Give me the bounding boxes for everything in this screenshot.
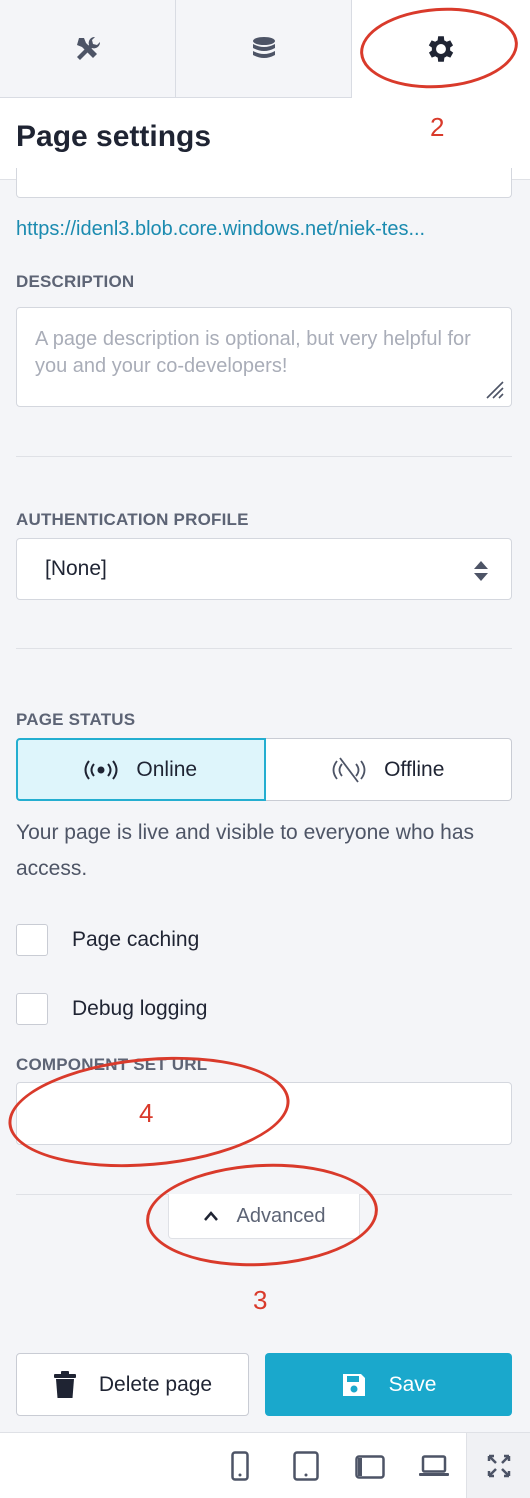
page-status-toggle: Online Offline — [16, 738, 512, 801]
annotation-number: 2 — [430, 112, 445, 142]
save-button[interactable]: Save — [265, 1353, 512, 1416]
description-label: DESCRIPTION — [16, 272, 135, 291]
broadcast-icon — [84, 759, 118, 780]
advanced-label: Advanced — [236, 1204, 326, 1227]
debug-logging-checkbox[interactable] — [16, 993, 48, 1025]
trash-icon — [53, 1370, 76, 1398]
device-preview-bar — [0, 1432, 530, 1498]
delete-page-button[interactable]: Delete page — [16, 1353, 249, 1416]
divider — [16, 456, 512, 457]
status-offline-label: Offline — [384, 757, 445, 781]
expand-icon — [487, 1454, 510, 1478]
save-label: Save — [388, 1372, 437, 1396]
component-set-label: COMPONENT SET URL — [16, 1055, 208, 1074]
tab-settings[interactable] — [352, 0, 530, 98]
annotation-number: 3 — [253, 1285, 268, 1315]
status-online-button[interactable]: Online — [16, 738, 266, 801]
floppy-disk-icon — [342, 1373, 365, 1396]
auth-profile-value: [None] — [45, 557, 107, 580]
tools-icon — [76, 36, 100, 60]
auth-profile-label: AUTHENTICATION PROFILE — [16, 510, 249, 529]
advanced-toggle-button[interactable]: Advanced — [168, 1194, 360, 1239]
sidebar-tabs — [0, 0, 530, 98]
page-url-link[interactable]: https://idenl3.blob.core.windows.net/nie… — [16, 218, 512, 241]
page-title: Page settings — [16, 120, 212, 153]
status-online-label: Online — [136, 757, 198, 781]
chevron-up-icon — [203, 1211, 218, 1221]
broadcast-off-icon — [332, 756, 366, 783]
slug-input[interactable] — [16, 168, 512, 198]
debug-logging-option[interactable]: Debug logging — [16, 993, 207, 1025]
auth-profile-select[interactable]: [None] — [16, 538, 512, 600]
select-arrows-icon — [474, 561, 488, 581]
tablet-icon[interactable] — [293, 1451, 319, 1481]
status-offline-button[interactable]: Offline — [265, 738, 512, 801]
database-icon — [252, 36, 275, 58]
gear-icon — [428, 36, 454, 62]
page-caching-checkbox[interactable] — [16, 924, 48, 956]
annotation-number: 4 — [139, 1098, 154, 1128]
tablet-landscape-icon[interactable] — [355, 1455, 385, 1479]
resize-handle-icon[interactable] — [481, 376, 505, 400]
delete-page-label: Delete page — [98, 1372, 213, 1396]
status-help-text: Your page is live and visible to everyon… — [16, 821, 475, 880]
fullscreen-button[interactable] — [466, 1433, 530, 1498]
tab-tools[interactable] — [0, 0, 176, 98]
page-caching-label: Page caching — [72, 928, 200, 951]
description-placeholder: A page description is optional, but very… — [35, 328, 471, 377]
description-textarea[interactable]: A page description is optional, but very… — [16, 307, 512, 407]
tab-data[interactable] — [176, 0, 352, 98]
debug-logging-label: Debug logging — [72, 997, 208, 1020]
component-set-url-input[interactable] — [16, 1082, 512, 1145]
page-caching-option[interactable]: Page caching — [16, 924, 199, 956]
laptop-icon[interactable] — [419, 1455, 449, 1477]
phone-icon[interactable] — [231, 1451, 249, 1481]
divider — [16, 648, 512, 649]
page-status-label: PAGE STATUS — [16, 710, 136, 729]
